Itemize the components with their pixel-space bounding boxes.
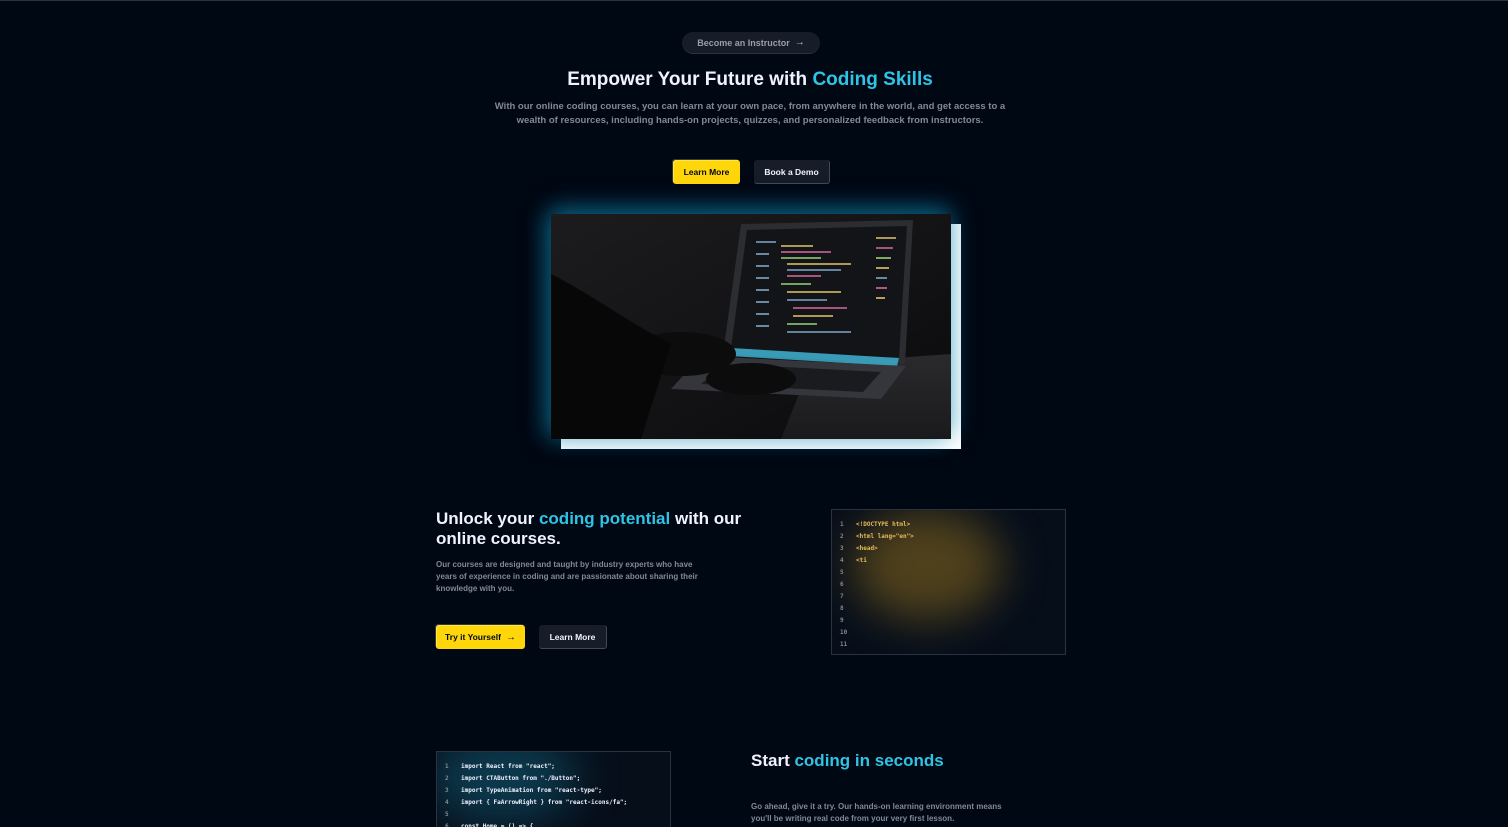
section3-description: Go ahead, give it a try. Our hands-on le… [751,802,1002,823]
book-demo-button[interactable]: Book a Demo [754,160,830,184]
code-text: <ti [856,556,867,564]
line-number: 8 [840,604,844,612]
code-line: 9 [840,614,914,626]
line-number: 10 [840,628,848,636]
code-line: 5 [445,808,627,820]
code-line: 2 import CTAButton from "./Button"; [445,772,627,784]
section2-description: Our courses are designed and taught by i… [436,560,698,593]
line-number: 2 [840,532,844,540]
code-line: 5 [840,566,914,578]
code-lines: 1 <!DOCTYPE html> 2 <html lang="en"> 3 <head>… [840,518,914,650]
line-number: 3 [445,786,449,794]
line-number: 6 [445,822,449,827]
line-number: 5 [445,810,449,818]
code-line: 7 [840,590,914,602]
section2-title: Unlock your coding potential with our on… [436,509,756,549]
try-it-yourself-label: Try it Yourself [445,632,501,642]
code-lines: 1 import React from "react"; 2 import CTABu… [445,760,627,827]
section2-title-prefix: Unlock your [436,509,539,528]
code-editor-react: 1 import React from "react"; 2 import CTABu… [436,751,671,827]
line-number: 7 [840,592,844,600]
book-demo-label: Book a Demo [764,166,819,177]
try-it-yourself-button[interactable]: Try it Yourself → [436,625,525,649]
code-line: 8 [840,602,914,614]
code-text: import { FaArrowRight } from "react-icon… [461,798,628,806]
code-text: import CTAButton from "./Button"; [461,774,581,782]
line-number: 9 [840,616,844,624]
code-line: 1 import React from "react"; [445,760,627,772]
hero-title: Empower Your Future with Coding Skills [0,69,1500,91]
line-number: 2 [445,774,449,782]
code-text: const Home = () => { [461,822,534,827]
top-divider [0,0,1508,1]
become-instructor-button[interactable]: Become an Instructor → [682,32,820,54]
arrow-right-icon: → [505,631,516,643]
hero-title-prefix: Empower Your Future with [567,69,813,90]
section2-title-highlight: coding potential [538,509,671,528]
code-line: 4 import { FaArrowRight } from "react-ico… [445,796,627,808]
code-text: <!DOCTYPE html> [856,520,911,528]
code-line: 1 <!DOCTYPE html> [840,518,914,530]
code-editor-html: 1 <!DOCTYPE html> 2 <html lang="en"> 3 <head>… [831,509,1066,655]
learn-more-label: Learn More [683,167,730,177]
code-line: 10 [840,626,914,638]
section3-title-prefix: Start [751,751,795,770]
line-number: 6 [840,580,844,588]
become-instructor-label: Become an Instructor [697,37,790,48]
section2-learn-more-button[interactable]: Learn More [539,625,607,649]
code-line: 2 <html lang="en"> [840,530,914,542]
code-line: 3 <head> [840,542,914,554]
code-text: import React from "react"; [461,762,555,770]
line-number: 5 [840,568,844,576]
code-text: <head> [856,544,878,552]
section2-learn-more-label: Learn More [549,631,596,642]
arrow-right-icon: → [794,37,805,48]
section3-title: Start coding in seconds [751,751,951,771]
hero-subtitle: With our online coding courses, you can … [494,101,1006,126]
code-line: 3 import TypeAnimation from "react-type"; [445,784,627,796]
code-line: 4 <ti [840,554,914,566]
hero-laptop-image [551,214,951,439]
hero-title-highlight: Coding Skills [812,69,933,90]
code-text: <html lang="en"> [856,532,914,540]
code-line: 6 const Home = () => { [445,820,627,827]
code-line: 11 [840,638,914,650]
line-number: 4 [445,798,449,806]
hero-image-frame [551,214,961,449]
line-number: 11 [840,640,848,648]
code-text: import TypeAnimation from "react-type"; [461,786,602,794]
line-number: 3 [840,544,844,552]
line-number: 1 [445,762,449,770]
learn-more-button[interactable]: Learn More [673,160,740,184]
line-number: 4 [840,556,844,564]
line-number: 1 [840,520,844,528]
section3-title-highlight: coding in seconds [794,751,944,770]
code-line: 6 [840,578,914,590]
